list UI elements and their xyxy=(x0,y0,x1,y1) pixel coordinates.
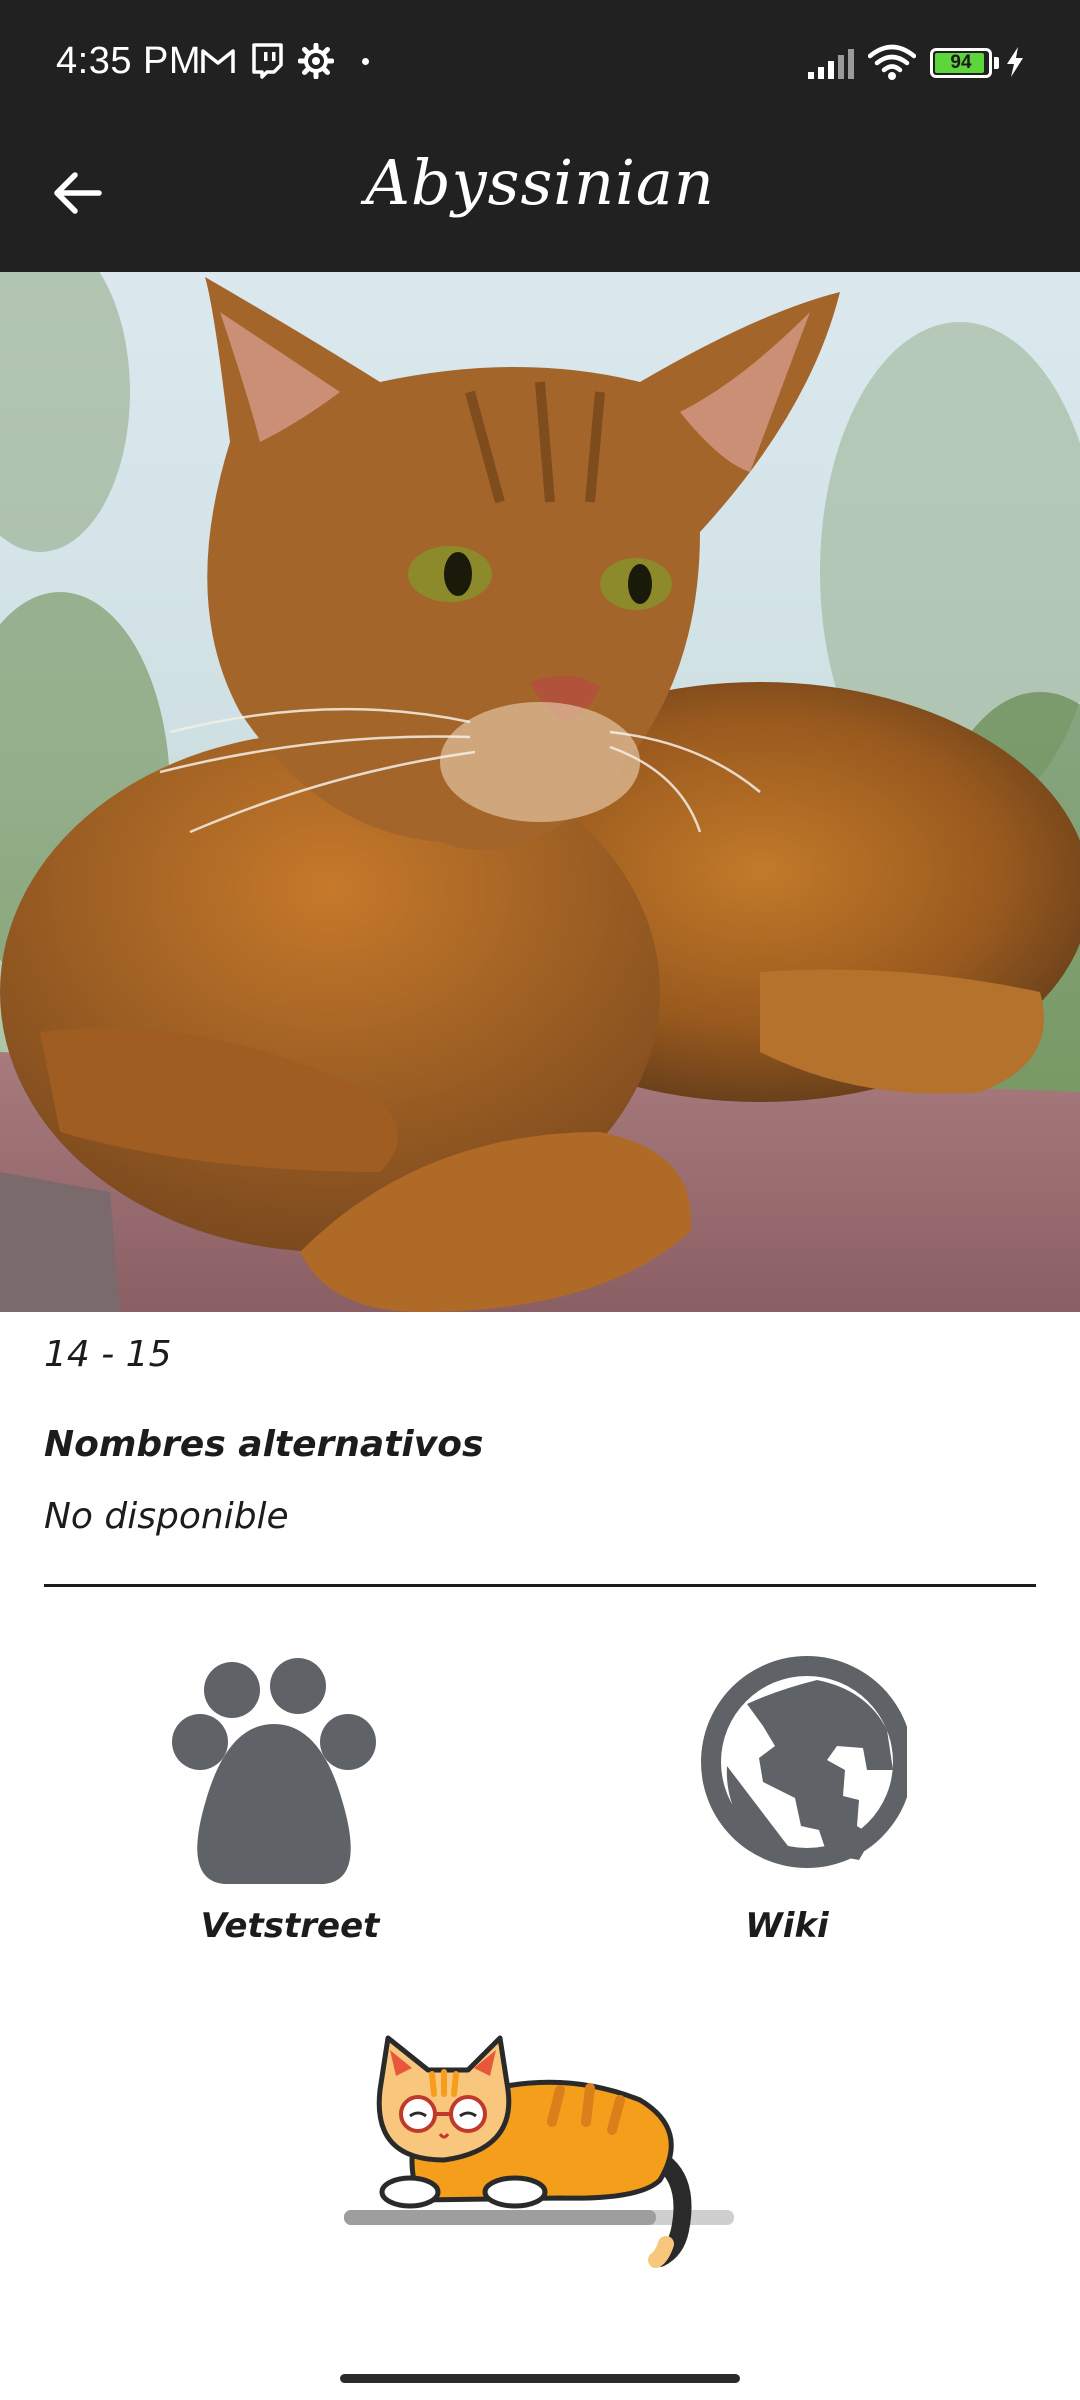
signal-icon xyxy=(808,49,854,79)
app-bar: Abyssinian xyxy=(0,128,1080,272)
globe-icon xyxy=(701,1656,907,1868)
battery-icon: 94 xyxy=(930,48,992,78)
battery-level-text: 94 xyxy=(950,52,972,73)
dot-icon xyxy=(362,58,369,65)
alt-names-value: No disponible xyxy=(44,1496,289,1537)
wiki-button[interactable]: Wiki xyxy=(647,1650,927,1960)
twitch-icon xyxy=(252,43,283,79)
vetstreet-label: Vetstreet xyxy=(200,1906,380,1946)
progress-fill xyxy=(344,2210,656,2225)
paw-icon xyxy=(172,1658,376,1884)
wiki-label: Wiki xyxy=(745,1906,829,1946)
vetstreet-button[interactable]: Vetstreet xyxy=(150,1650,430,1960)
battery-cap xyxy=(994,57,999,69)
status-bar: 4:35 PM 94 xyxy=(0,0,1080,128)
gmail-icon xyxy=(201,49,235,73)
alt-names-heading: Nombres alternativos xyxy=(44,1424,484,1465)
cat-photo xyxy=(0,272,1080,1312)
status-time: 4:35 PM xyxy=(56,40,202,82)
sleeping-cat-icon xyxy=(344,2035,734,2268)
settings-icon xyxy=(298,43,334,79)
divider xyxy=(44,1584,1036,1587)
gesture-bar[interactable] xyxy=(340,2374,740,2383)
loading-indicator xyxy=(340,2030,750,2270)
wifi-icon xyxy=(868,44,916,80)
page-title: Abyssinian xyxy=(365,146,715,219)
life-span: 14 - 15 xyxy=(44,1334,172,1375)
charging-icon xyxy=(1007,47,1023,77)
